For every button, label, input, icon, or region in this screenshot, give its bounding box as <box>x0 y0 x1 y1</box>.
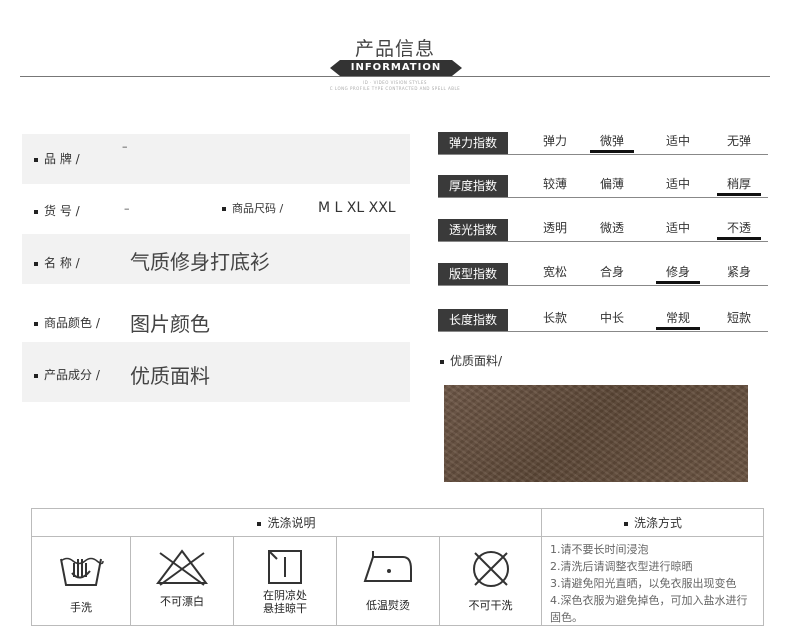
header-divider <box>20 76 770 77</box>
header-subtitle-1: ID · VIDEO VISION STYLES <box>363 80 427 85</box>
wash-method-item: 2.清洗后请调整衣型进行晾晒 <box>550 560 693 573</box>
index-underline <box>438 197 768 198</box>
index-fit: 版型指数 宽松 合身 修身 紧身 <box>438 263 768 287</box>
color-label: 商品颜色 / <box>34 314 100 331</box>
index-tag: 长度指数 <box>438 309 508 331</box>
low-iron-icon <box>363 551 412 582</box>
name-label: 名 称 / <box>34 254 80 271</box>
index-option: 宽松 <box>542 265 567 279</box>
information-badge: INFORMATION <box>330 60 462 76</box>
shade-dry-icon <box>268 550 302 584</box>
fabric-label: 优质面料/ <box>440 352 502 369</box>
index-option: 透明 <box>542 221 567 235</box>
index-option-selected: 稍厚 <box>717 175 761 196</box>
wash-caption: 手洗 <box>70 601 92 614</box>
index-option: 适中 <box>665 134 690 148</box>
wash-method-item: 3.请避免阳光直晒，以免衣服出现变色 <box>550 577 737 590</box>
brand-label: 品 牌 / <box>34 150 80 167</box>
index-tag: 透光指数 <box>438 219 508 241</box>
index-length: 长度指数 长款 中长 常规 短款 <box>438 309 768 333</box>
index-option: 无弹 <box>726 134 751 148</box>
page-title: 产品信息 <box>354 38 435 60</box>
index-option-selected: 微弹 <box>590 132 634 153</box>
sku-label: 货 号 / <box>34 202 80 219</box>
index-tag: 弹力指数 <box>438 132 508 154</box>
product-info-table: 品 牌 / – 货 号 / – 商品尺码 / M L XL XXL 名 称 / … <box>22 134 410 402</box>
index-option-selected: 修身 <box>656 263 700 284</box>
index-thickness: 厚度指数 较薄 偏薄 适中 稍厚 <box>438 175 768 199</box>
index-option: 短款 <box>726 311 751 325</box>
index-option: 中长 <box>599 311 624 325</box>
index-underline <box>438 331 768 332</box>
wash-header-left-text: 洗涤说明 <box>267 516 316 530</box>
no-dryclean-icon <box>472 551 509 587</box>
wash-caption: 不可漂白 <box>160 595 204 608</box>
wash-header-methods: 洗涤方式 <box>542 509 764 537</box>
wash-caption: 低温熨烫 <box>366 599 410 612</box>
material-value: 优质面料 <box>130 364 210 388</box>
info-row-color: 商品颜色 / 图片颜色 <box>22 284 410 342</box>
name-value: 气质修身打底衫 <box>130 250 270 274</box>
index-option: 长款 <box>542 311 567 325</box>
wash-header-right-text: 洗涤方式 <box>633 516 682 530</box>
material-label: 产品成分 / <box>34 366 100 383</box>
index-option: 偏薄 <box>599 177 624 191</box>
wash-caption: 在阴凉处 悬挂晾干 <box>263 589 307 615</box>
wash-item-low-iron: 低温熨烫 <box>337 537 440 625</box>
information-badge-text: INFORMATION <box>350 62 442 73</box>
hand-wash-icon <box>60 557 104 586</box>
sku-value: – <box>124 202 130 215</box>
color-value: 图片颜色 <box>130 312 210 336</box>
wash-item-shade-dry: 在阴凉处 悬挂晾干 <box>234 537 337 625</box>
index-option: 微透 <box>599 221 624 235</box>
wash-item-hand-wash: 手洗 <box>32 537 131 625</box>
wash-care-table: 洗涤说明 洗涤方式 手洗 不可漂白 在阴凉处 悬挂晾干 低温熨烫 不可干洗 1.… <box>31 508 764 626</box>
brand-value: – <box>122 140 128 153</box>
index-underline <box>438 154 768 155</box>
info-row-brand: 品 牌 / – <box>22 134 410 184</box>
index-option-selected: 不透 <box>717 219 761 240</box>
index-option: 弹力 <box>542 134 567 148</box>
size-label: 商品尺码 / <box>222 200 283 216</box>
index-elasticity: 弹力指数 弹力 微弹 适中 无弹 <box>438 132 768 156</box>
size-value: M L XL XXL <box>318 200 396 216</box>
info-row-sku: 货 号 / – 商品尺码 / M L XL XXL <box>22 184 410 234</box>
wash-header-instructions: 洗涤说明 <box>32 509 542 537</box>
fabric-swatch-image <box>444 385 748 482</box>
index-transparency: 透光指数 透明 微透 适中 不透 <box>438 219 768 243</box>
header-subtitle-2: C LONG PROFILE TYPE CONTRACTED AND SPELL… <box>329 86 461 91</box>
index-option-selected: 常规 <box>656 309 700 330</box>
wash-method-item: 4.深色衣服为避免掉色，可加入盐水进行固色。 <box>550 594 748 624</box>
index-underline <box>438 241 768 242</box>
index-option: 紧身 <box>726 265 751 279</box>
no-bleach-icon <box>156 549 208 586</box>
wash-caption: 不可干洗 <box>468 599 513 612</box>
index-tag: 版型指数 <box>438 263 508 285</box>
wash-methods-list: 1.请不要长时间浸泡 2.清洗后请调整衣型进行晾晒 3.请避免阳光直晒，以免衣服… <box>542 537 764 625</box>
wash-item-no-dryclean: 不可干洗 <box>440 537 542 625</box>
wash-item-no-bleach: 不可漂白 <box>131 537 234 625</box>
index-option: 合身 <box>599 265 624 279</box>
index-tag: 厚度指数 <box>438 175 508 197</box>
index-option: 较薄 <box>542 177 567 191</box>
wash-method-item: 1.请不要长时间浸泡 <box>550 543 649 556</box>
index-underline <box>438 285 768 286</box>
index-option: 适中 <box>665 221 690 235</box>
info-row-material: 产品成分 / 优质面料 <box>22 342 410 402</box>
info-row-name: 名 称 / 气质修身打底衫 <box>22 234 410 284</box>
index-option: 适中 <box>665 177 690 191</box>
